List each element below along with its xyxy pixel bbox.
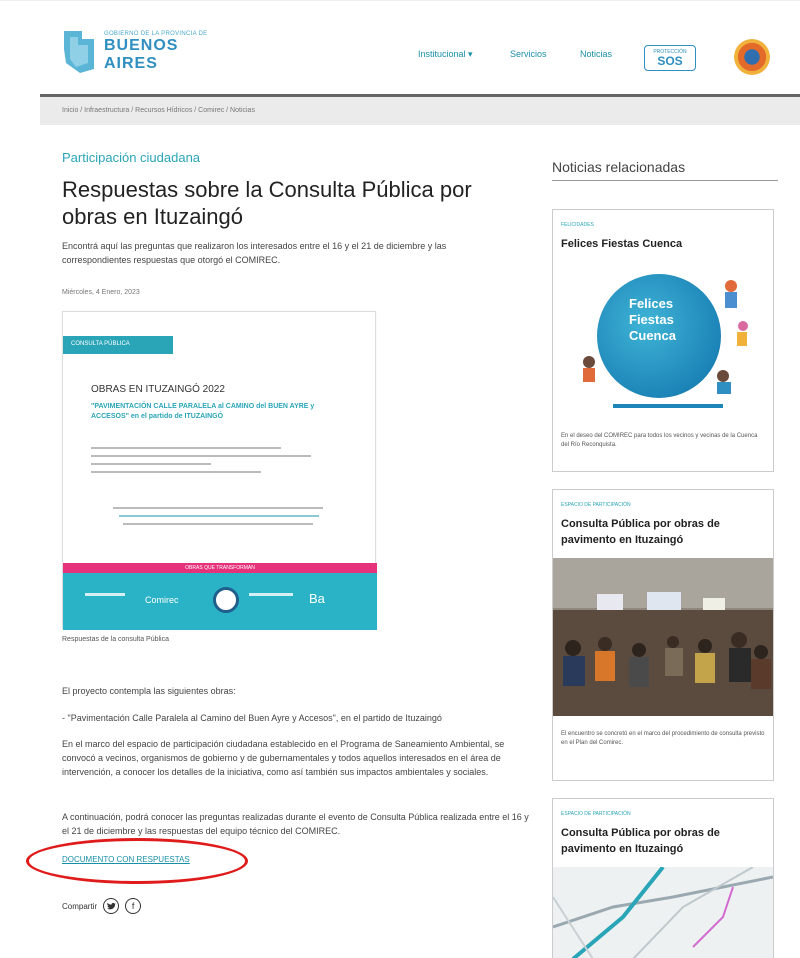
card-title[interactable]: Consulta Pública por obras de pavimento … <box>561 516 767 548</box>
card-title[interactable]: Felices Fiestas Cuenca <box>561 236 767 252</box>
sos-label: SOS <box>657 53 683 68</box>
sidebar-divider <box>552 180 778 181</box>
province-seal-icon[interactable] <box>734 39 770 75</box>
card-tag: FELICIDADES <box>561 222 594 228</box>
documento-respuestas-link[interactable]: DOCUMENTO CON RESPUESTAS <box>62 855 190 864</box>
card-image[interactable]: Felices Fiestas Cuenca <box>553 266 773 416</box>
article-category: Participación ciudadana <box>62 150 201 165</box>
nav-noticias[interactable]: Noticias <box>580 49 612 59</box>
doc-text-line <box>119 515 319 517</box>
doc-pink-banner: OBRAS QUE TRANSFORMAN <box>63 563 377 573</box>
card-tag: ESPACIO DE PARTICIPACIÓN <box>561 502 631 508</box>
share-bar: Compartir f <box>62 898 142 914</box>
character-illustrations <box>583 280 748 408</box>
doc-heading: OBRAS EN ITUZAINGÓ 2022 <box>91 384 225 395</box>
twitter-icon[interactable] <box>103 898 120 914</box>
doc-text-line <box>91 447 281 449</box>
nav-servicios[interactable]: Servicios <box>510 49 547 59</box>
meeting-photo-illustration <box>553 558 773 716</box>
facebook-icon[interactable]: f <box>125 898 142 914</box>
doc-text-line <box>123 523 313 525</box>
nav-institucional[interactable]: Institucional ▾ <box>418 49 473 60</box>
card-tag: ESPACIO DE PARTICIPACIÓN <box>561 811 631 817</box>
related-news-card[interactable]: ESPACIO DE PARTICIPACIÓN Consulta Públic… <box>552 489 774 781</box>
article-date: Miércoles, 4 Enero, 2023 <box>62 289 140 296</box>
footer-ba-logo: Ba <box>309 591 325 606</box>
site-header: GOBIERNO DE LA PROVINCIA DE BUENOS AIRES… <box>0 0 800 94</box>
breadcrumb[interactable]: Inicio / Infraestructura / Recursos Hídr… <box>40 97 800 125</box>
article-paragraph: A continuación, podrá conocer las pregun… <box>62 812 529 836</box>
card-description: El encuentro se concretó en el marco del… <box>561 731 765 746</box>
card-title[interactable]: Consulta Pública por obras de pavimento … <box>561 825 767 857</box>
doc-footer: Comirec Ba <box>63 573 377 630</box>
footer-seal-icon <box>213 587 239 613</box>
doc-text-line <box>91 455 311 457</box>
article-lead: Encontrá aquí las preguntas que realizar… <box>62 241 447 265</box>
logo-title: BUENOS AIRES <box>104 37 179 72</box>
article-paragraph: - "Pavimentación Calle Paralela al Camin… <box>62 713 442 723</box>
map-image[interactable] <box>553 867 773 958</box>
province-map-icon <box>60 29 98 75</box>
map-illustration <box>553 867 773 958</box>
doc-text-line <box>91 463 211 465</box>
consulta-publica-image[interactable]: CONSULTA PÚBLICA OBRAS EN ITUZAINGÓ 2022… <box>62 311 377 630</box>
doc-text-line <box>113 507 323 509</box>
related-news-card[interactable]: FELICIDADES Felices Fiestas Cuenca Felic… <box>552 209 774 472</box>
sos-button[interactable]: PROTECCIÓN SOS <box>644 45 696 71</box>
doc-subheading: "PAVIMENTACIÓN CALLE PARALELA al CAMINO … <box>91 403 315 420</box>
meeting-photo[interactable] <box>553 558 773 716</box>
province-logo[interactable]: GOBIERNO DE LA PROVINCIA DE BUENOS AIRES <box>60 29 220 75</box>
doc-text-line <box>91 471 261 473</box>
article-paragraph: El proyecto contempla las siguientes obr… <box>62 686 236 696</box>
related-news-card[interactable]: ESPACIO DE PARTICIPACIÓN Consulta Públic… <box>552 798 774 958</box>
article-paragraph: En el marco del espacio de participación… <box>62 739 505 777</box>
footer-logo-bar <box>85 593 125 596</box>
card-description: En el deseo del COMIREC para todos los v… <box>561 433 758 448</box>
footer-comirec-logo: Comirec <box>145 595 179 605</box>
sidebar-title: Noticias relacionadas <box>552 159 686 175</box>
doc-tag: CONSULTA PÚBLICA <box>63 336 173 354</box>
footer-logo-bar <box>249 593 293 596</box>
share-label: Compartir <box>62 901 98 911</box>
page-title: Respuestas sobre la Consulta Pública por… <box>62 177 472 229</box>
image-caption: Respuestas de la consulta Pública <box>62 636 170 643</box>
